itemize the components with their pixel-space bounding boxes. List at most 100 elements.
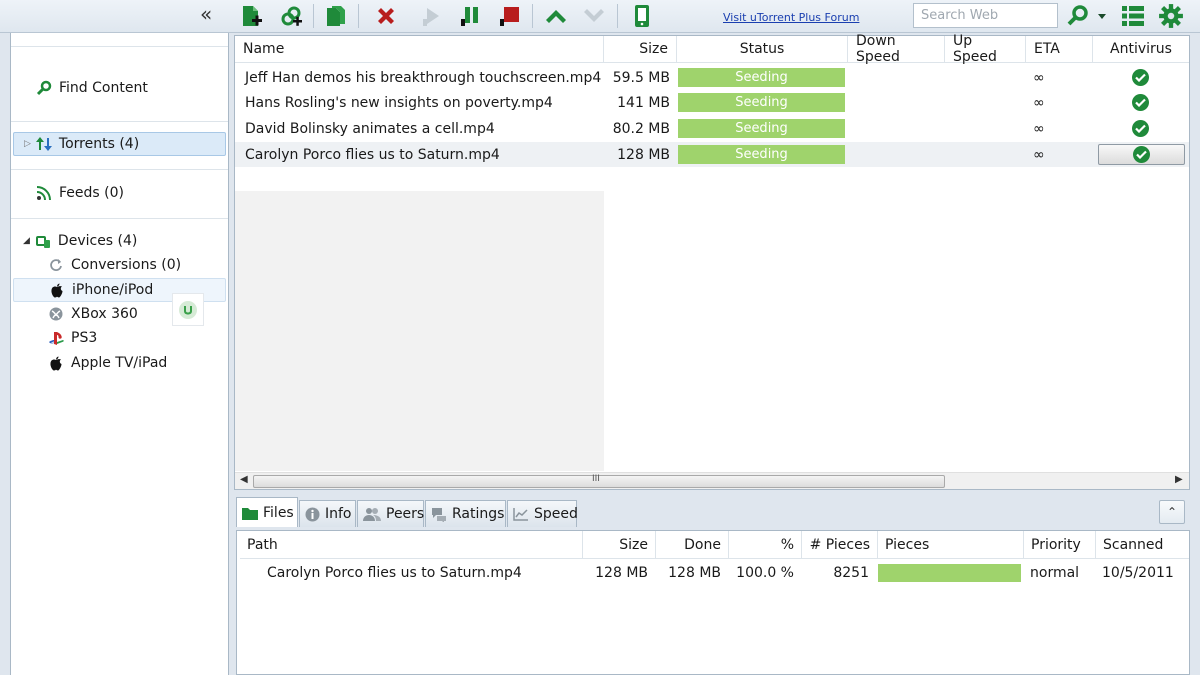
utorrent-drag-icon[interactable] xyxy=(172,293,204,326)
status-badge: Seeding xyxy=(678,145,845,164)
tab-label: Ratings xyxy=(452,506,505,522)
toolbar-separator xyxy=(313,4,314,28)
peers-icon xyxy=(363,507,381,522)
pause-icon[interactable] xyxy=(457,3,485,29)
scroll-grip: III xyxy=(592,474,600,484)
forum-link[interactable]: Visit uTorrent Plus Forum xyxy=(723,11,859,24)
sidebar-item-devices[interactable]: ◢ Devices (4) xyxy=(11,229,228,253)
column-header-eta[interactable]: ETA xyxy=(1026,36,1093,63)
torrent-name: Hans Rosling's new insights on poverty.m… xyxy=(245,94,553,111)
status-badge: Seeding xyxy=(678,119,845,138)
file-priority: normal xyxy=(1030,565,1080,581)
list-view-icon[interactable] xyxy=(1119,3,1147,29)
sidebar-item-find-content[interactable]: Find Content xyxy=(11,76,228,100)
playstation-icon xyxy=(48,330,64,346)
toolbar-separator xyxy=(617,4,618,28)
toolbar-separator xyxy=(532,4,533,28)
sidebar-separator xyxy=(11,46,228,47)
settings-icon[interactable] xyxy=(1157,3,1185,29)
sidebar-item-label: Conversions (0) xyxy=(71,257,182,273)
column-header-path[interactable]: Path xyxy=(240,531,583,559)
tab-label: Info xyxy=(325,506,352,522)
collapse-sidebar-button[interactable]: « xyxy=(200,4,212,24)
status-badge: Seeding xyxy=(678,93,845,112)
column-header-priority[interactable]: Priority xyxy=(1024,531,1096,559)
folder-icon xyxy=(242,506,258,520)
tab-info[interactable]: Info xyxy=(299,500,356,527)
antivirus-check-icon xyxy=(1132,90,1149,115)
tab-files[interactable]: Files xyxy=(236,497,298,527)
column-header-pieces[interactable]: Pieces xyxy=(878,531,1024,559)
column-header-size[interactable]: Size xyxy=(583,531,656,559)
column-header-status[interactable]: Status xyxy=(677,36,848,63)
torrent-list: Name Size Status Down Speed Up Speed ETA… xyxy=(234,33,1190,490)
start-icon[interactable] xyxy=(418,3,446,29)
antivirus-check-icon xyxy=(1132,65,1149,90)
files-panel: Path Size Done % # Pieces Pieces Priorit… xyxy=(236,530,1190,675)
status-badge: Seeding xyxy=(678,68,845,87)
torrent-size: 59.5 MB xyxy=(612,69,670,86)
search-icon xyxy=(36,80,52,96)
add-torrent-icon[interactable] xyxy=(237,3,265,29)
torrent-name: Carolyn Porco flies us to Saturn.mp4 xyxy=(245,146,500,163)
remove-icon[interactable] xyxy=(372,3,400,29)
antivirus-button[interactable] xyxy=(1098,144,1185,165)
sidebar-item-label: Torrents (4) xyxy=(58,136,140,152)
antivirus-check-icon xyxy=(1132,116,1149,141)
apple-icon xyxy=(48,355,64,371)
table-row[interactable]: Hans Rosling's new insights on poverty.m… xyxy=(235,90,1189,115)
sidebar-item-feeds[interactable]: Feeds (0) xyxy=(11,181,228,205)
expand-panel-button[interactable]: ⌃ xyxy=(1159,500,1185,524)
move-down-icon[interactable] xyxy=(580,3,608,29)
file-done: 128 MB xyxy=(668,565,721,581)
torrent-size: 128 MB xyxy=(617,146,670,163)
search-input[interactable]: Search Web xyxy=(913,3,1058,28)
horizontal-scrollbar[interactable]: ◀ III ▶ xyxy=(235,472,1189,489)
add-url-icon[interactable] xyxy=(277,3,305,29)
torrent-size: 141 MB xyxy=(617,94,670,111)
file-num-pieces: 8251 xyxy=(833,565,869,581)
column-header-done[interactable]: Done xyxy=(656,531,729,559)
device-icon[interactable] xyxy=(628,3,656,29)
file-path[interactable]: Carolyn Porco flies us to Saturn.mp4 xyxy=(267,561,522,585)
sidebar-item-label: PS3 xyxy=(71,330,98,346)
sidebar-item-label: XBox 360 xyxy=(71,306,138,322)
pieces-bar-fill xyxy=(878,564,1021,582)
column-header-size[interactable]: Size xyxy=(604,36,677,63)
sidebar-item-apple-tv-ipad[interactable]: Apple TV/iPad xyxy=(11,351,228,375)
scrollbar-thumb[interactable]: III xyxy=(253,474,945,488)
table-row[interactable]: David Bolinsky animates a cell.mp4 80.2 … xyxy=(235,116,1189,141)
file-scanned: 10/5/2011 xyxy=(1102,565,1174,581)
column-header-num-pieces[interactable]: # Pieces xyxy=(802,531,878,559)
tab-speed[interactable]: Speed xyxy=(507,500,578,527)
torrent-eta: ∞ xyxy=(1033,146,1045,163)
sidebar-item-ps3[interactable]: PS3 xyxy=(11,326,228,350)
column-header-name[interactable]: Name xyxy=(235,36,604,63)
file-size: 128 MB xyxy=(595,565,648,581)
rss-icon xyxy=(36,185,52,201)
scroll-right-icon[interactable]: ▶ xyxy=(1175,474,1183,485)
stop-icon[interactable] xyxy=(496,3,524,29)
scroll-left-icon[interactable]: ◀ xyxy=(240,474,248,485)
sidebar-item-label: Apple TV/iPad xyxy=(71,355,168,371)
sidebar-separator xyxy=(11,121,228,122)
tab-label: Peers xyxy=(386,506,425,522)
column-header-scanned[interactable]: Scanned xyxy=(1096,531,1189,559)
sidebar-item-torrents[interactable]: ▷ Torrents (4) xyxy=(13,132,226,156)
table-row-selected[interactable]: Carolyn Porco flies us to Saturn.mp4 128… xyxy=(235,142,1189,167)
column-header-up-speed[interactable]: Up Speed xyxy=(945,33,1026,65)
move-up-icon[interactable] xyxy=(542,3,570,29)
chevron-down-icon[interactable] xyxy=(1094,3,1110,29)
create-torrent-icon[interactable] xyxy=(322,3,350,29)
expand-arrow-icon[interactable]: ▷ xyxy=(24,139,31,149)
table-row[interactable]: Jeff Han demos his breakthrough touchscr… xyxy=(235,65,1189,90)
tab-ratings[interactable]: Ratings xyxy=(425,500,506,527)
tab-peers[interactable]: Peers xyxy=(357,500,424,527)
sidebar-item-conversions[interactable]: Conversions (0) xyxy=(11,253,228,277)
search-icon[interactable] xyxy=(1064,3,1092,29)
column-header-down-speed[interactable]: Down Speed xyxy=(848,33,945,65)
column-header-antivirus[interactable]: Antivirus xyxy=(1093,36,1189,63)
column-header-percent[interactable]: % xyxy=(729,531,802,559)
collapse-arrow-icon[interactable]: ◢ xyxy=(23,236,30,246)
torrent-eta: ∞ xyxy=(1033,94,1045,111)
